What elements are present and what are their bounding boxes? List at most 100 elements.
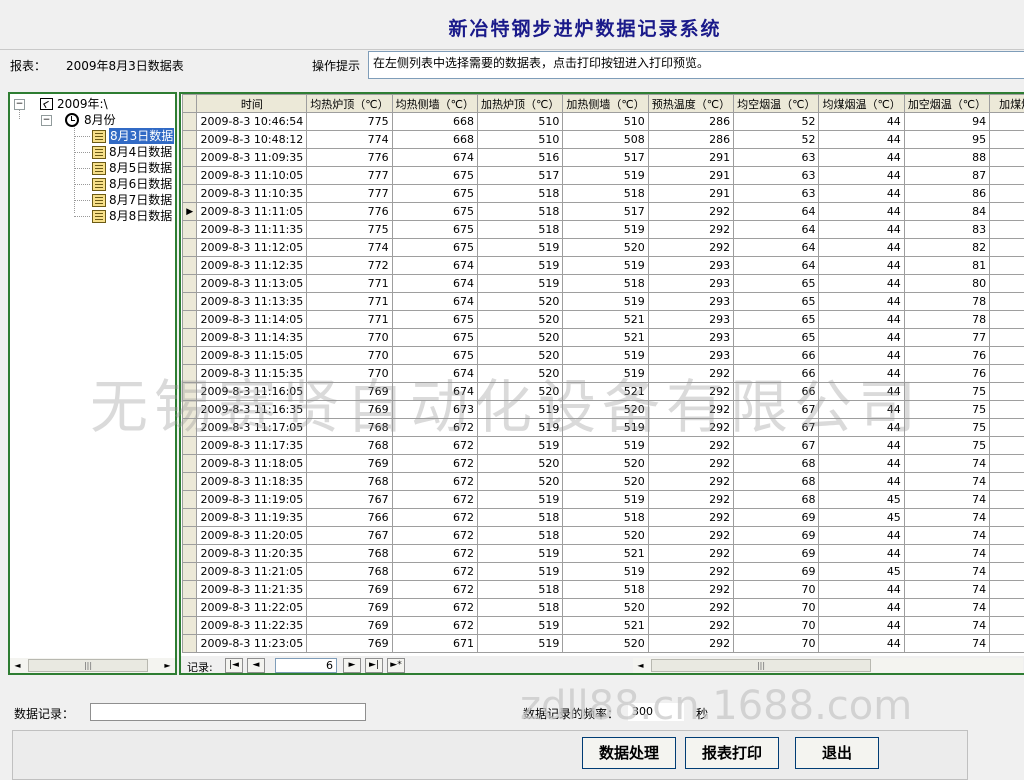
value-cell[interactable]: 519 (478, 563, 563, 581)
column-header[interactable]: 加热炉顶（℃） (478, 95, 563, 113)
value-cell[interactable]: 74 (904, 545, 989, 563)
value-cell[interactable]: 44 (819, 545, 904, 563)
value-cell[interactable] (990, 293, 1024, 311)
value-cell[interactable]: 519 (563, 563, 648, 581)
value-cell[interactable]: 768 (307, 545, 392, 563)
value-cell[interactable]: 292 (648, 437, 733, 455)
row-selector[interactable] (183, 509, 197, 527)
row-selector[interactable] (183, 563, 197, 581)
value-cell[interactable]: 292 (648, 203, 733, 221)
row-selector[interactable] (183, 527, 197, 545)
value-cell[interactable]: 777 (307, 167, 392, 185)
table-row[interactable]: 2009-8-3 11:15:35770674520519292664476 (183, 365, 1024, 383)
column-header[interactable]: 时间 (197, 95, 307, 113)
value-cell[interactable]: 518 (478, 581, 563, 599)
value-cell[interactable]: 768 (307, 419, 392, 437)
value-cell[interactable]: 78 (904, 293, 989, 311)
value-cell[interactable]: 292 (648, 527, 733, 545)
value-cell[interactable]: 769 (307, 383, 392, 401)
value-cell[interactable]: 292 (648, 239, 733, 257)
value-cell[interactable]: 44 (819, 257, 904, 275)
table-row[interactable]: 2009-8-3 11:12:05774675519520292644482 (183, 239, 1024, 257)
table-row[interactable]: 2009-8-3 11:17:35768672519519292674475 (183, 437, 1024, 455)
value-cell[interactable]: 510 (563, 113, 648, 131)
value-cell[interactable]: 668 (392, 113, 477, 131)
value-cell[interactable]: 292 (648, 599, 733, 617)
value-cell[interactable]: 293 (648, 293, 733, 311)
tree-node-month[interactable]: − 8月份 (10, 112, 170, 128)
value-cell[interactable]: 75 (904, 437, 989, 455)
value-cell[interactable]: 520 (478, 311, 563, 329)
time-cell[interactable]: 2009-8-3 11:14:35 (197, 329, 307, 347)
tree-item-day[interactable]: 8月3日数据 (10, 128, 175, 144)
value-cell[interactable]: 519 (563, 167, 648, 185)
value-cell[interactable]: 291 (648, 149, 733, 167)
value-cell[interactable]: 292 (648, 635, 733, 653)
value-cell[interactable]: 69 (734, 509, 819, 527)
scroll-right-icon[interactable]: ► (160, 658, 175, 673)
table-row[interactable]: 2009-8-3 11:16:35769673519520292674475 (183, 401, 1024, 419)
value-cell[interactable]: 74 (904, 473, 989, 491)
value-cell[interactable]: 768 (307, 473, 392, 491)
table-row[interactable]: 2009-8-3 11:20:35768672519521292694474 (183, 545, 1024, 563)
table-row[interactable]: 2009-8-3 11:14:05771675520521293654478 (183, 311, 1024, 329)
time-cell[interactable]: 2009-8-3 11:16:35 (197, 401, 307, 419)
value-cell[interactable]: 44 (819, 617, 904, 635)
column-header[interactable]: 均空烟温（℃） (734, 95, 819, 113)
value-cell[interactable]: 44 (819, 527, 904, 545)
value-cell[interactable]: 44 (819, 455, 904, 473)
value-cell[interactable]: 521 (563, 329, 648, 347)
value-cell[interactable] (990, 473, 1024, 491)
value-cell[interactable] (990, 635, 1024, 653)
value-cell[interactable]: 44 (819, 581, 904, 599)
value-cell[interactable]: 519 (478, 491, 563, 509)
time-cell[interactable]: 2009-8-3 11:15:35 (197, 365, 307, 383)
value-cell[interactable]: 77 (904, 329, 989, 347)
row-selector[interactable] (183, 365, 197, 383)
table-row[interactable]: 2009-8-3 11:13:05771674519518293654480 (183, 275, 1024, 293)
value-cell[interactable] (990, 131, 1024, 149)
value-cell[interactable]: 518 (563, 509, 648, 527)
table-row[interactable]: ▶2009-8-3 11:11:05776675518517292644484 (183, 203, 1024, 221)
value-cell[interactable]: 293 (648, 329, 733, 347)
row-selector[interactable] (183, 221, 197, 239)
table-row[interactable]: 2009-8-3 11:18:05769672520520292684474 (183, 455, 1024, 473)
value-cell[interactable]: 674 (392, 275, 477, 293)
value-cell[interactable]: 64 (734, 239, 819, 257)
value-cell[interactable]: 64 (734, 257, 819, 275)
value-cell[interactable]: 292 (648, 419, 733, 437)
value-cell[interactable]: 508 (563, 131, 648, 149)
row-selector[interactable] (183, 131, 197, 149)
value-cell[interactable] (990, 599, 1024, 617)
value-cell[interactable]: 44 (819, 437, 904, 455)
row-selector[interactable] (183, 329, 197, 347)
value-cell[interactable] (990, 437, 1024, 455)
value-cell[interactable]: 44 (819, 113, 904, 131)
row-selector[interactable] (183, 185, 197, 203)
value-cell[interactable]: 65 (734, 275, 819, 293)
time-cell[interactable]: 2009-8-3 11:19:05 (197, 491, 307, 509)
time-cell[interactable]: 2009-8-3 11:10:35 (197, 185, 307, 203)
value-cell[interactable] (990, 365, 1024, 383)
table-row[interactable]: 2009-8-3 11:19:35766672518518292694574 (183, 509, 1024, 527)
time-cell[interactable]: 2009-8-3 11:16:05 (197, 383, 307, 401)
value-cell[interactable]: 520 (478, 383, 563, 401)
value-cell[interactable] (990, 347, 1024, 365)
value-cell[interactable] (990, 275, 1024, 293)
value-cell[interactable]: 673 (392, 401, 477, 419)
column-header[interactable]: 加煤烟 (990, 95, 1024, 113)
row-selector[interactable] (183, 473, 197, 491)
tree-item-day[interactable]: 8月5日数据 (10, 160, 175, 176)
value-cell[interactable]: 767 (307, 527, 392, 545)
value-cell[interactable]: 286 (648, 113, 733, 131)
value-cell[interactable]: 672 (392, 581, 477, 599)
column-header[interactable]: 均煤烟温（℃） (819, 95, 904, 113)
value-cell[interactable]: 63 (734, 185, 819, 203)
table-row[interactable]: 2009-8-3 11:10:05777675517519291634487 (183, 167, 1024, 185)
value-cell[interactable]: 519 (478, 401, 563, 419)
table-row[interactable]: 2009-8-3 11:12:35772674519519293644481 (183, 257, 1024, 275)
value-cell[interactable]: 44 (819, 635, 904, 653)
table-row[interactable]: 2009-8-3 10:46:54775668510510286524494 (183, 113, 1024, 131)
value-cell[interactable]: 63 (734, 149, 819, 167)
value-cell[interactable]: 520 (563, 527, 648, 545)
